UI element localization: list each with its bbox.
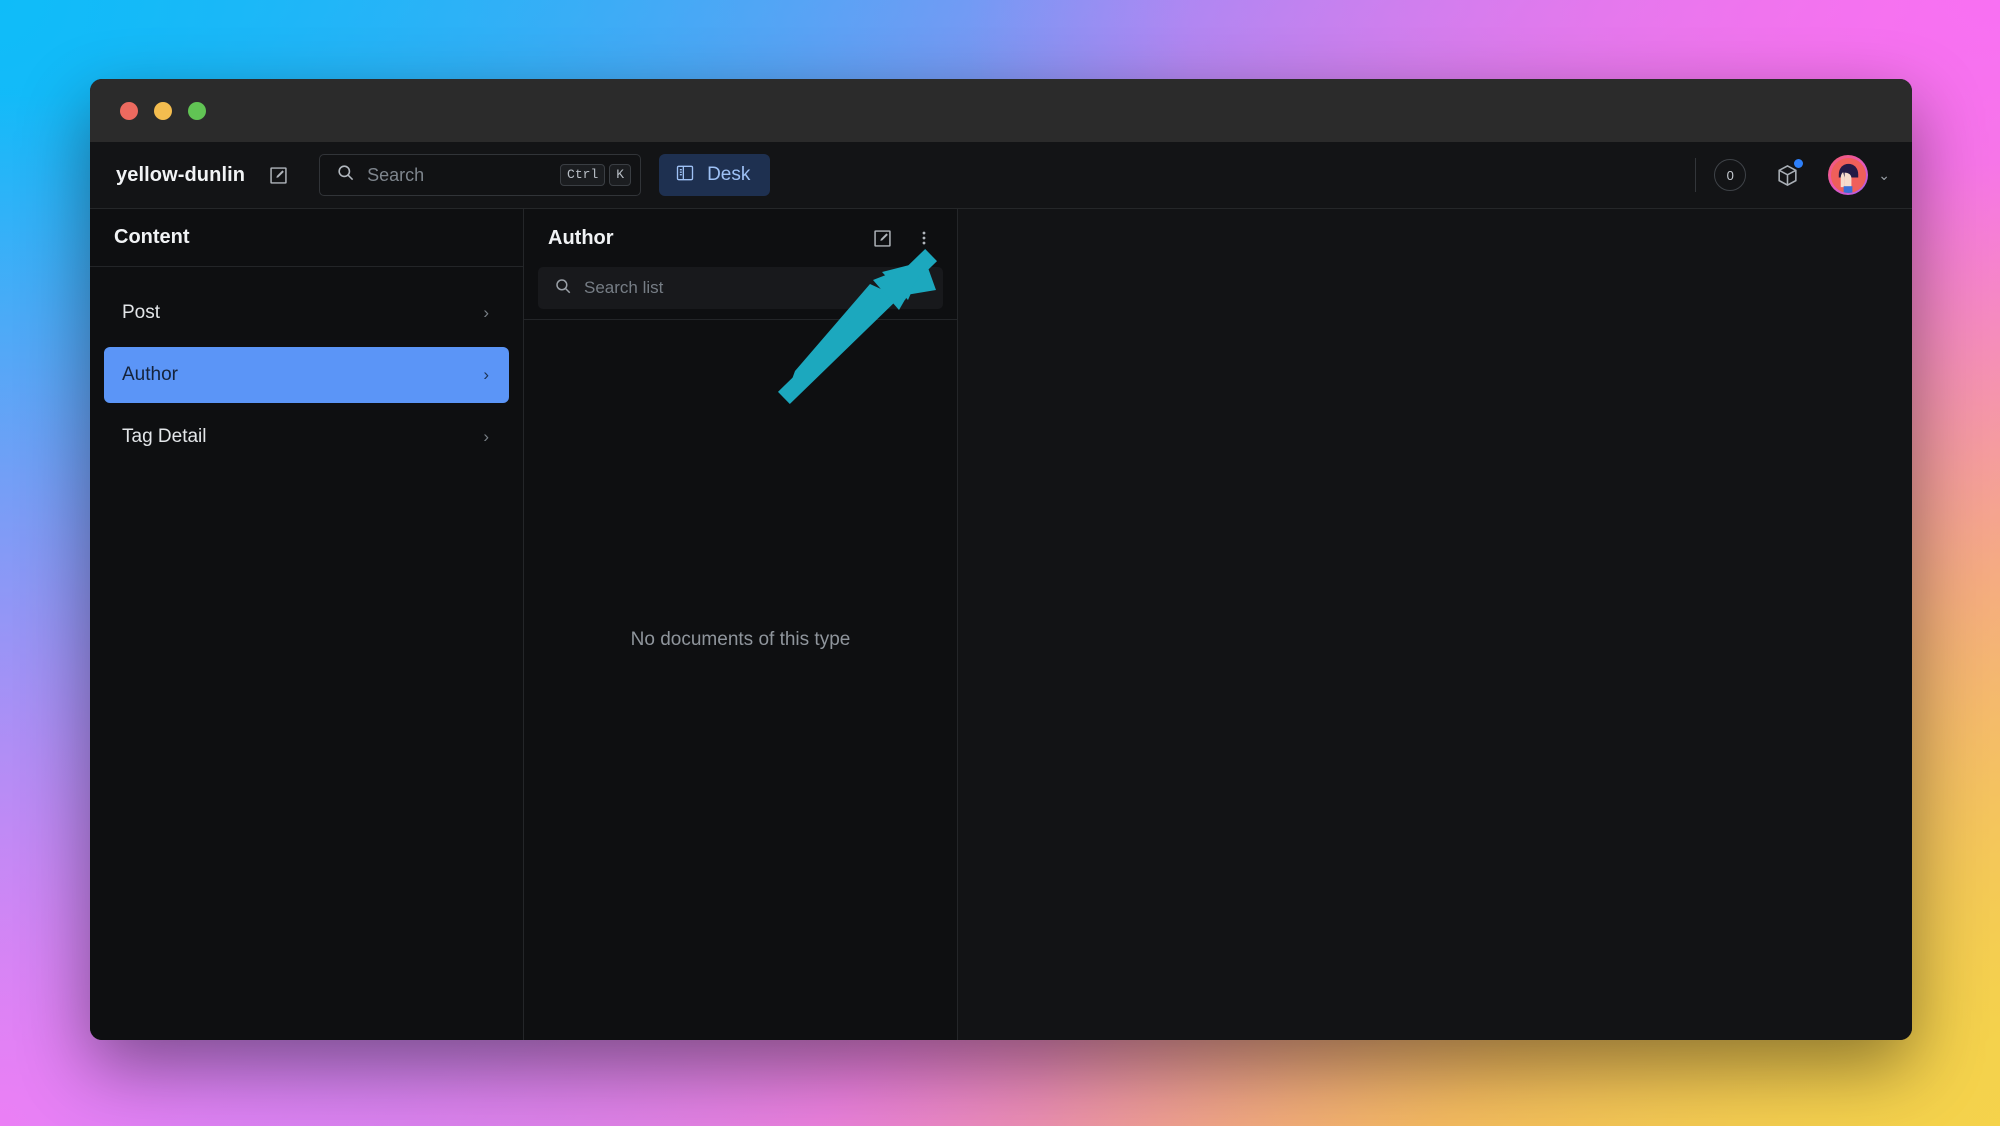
document-detail-pane [958,209,1912,1040]
kbd-k: K [609,164,632,186]
document-list-actions [863,219,943,257]
chevron-right-icon: › [483,303,489,322]
content-pane: Content Post › Author › Tag Detail › [90,209,524,1040]
kbd-ctrl: Ctrl [560,164,606,186]
search-icon [554,277,572,300]
list-search-input[interactable]: Search list [538,267,943,309]
window-maximize-button[interactable] [188,101,206,120]
document-list-title: Author [548,226,614,249]
empty-state-message: No documents of this type [630,629,851,650]
list-search-wrap: Search list [524,267,957,319]
global-search-input[interactable]: Search Ctrl K [319,154,642,196]
content-pane-header: Content [90,209,523,267]
user-menu-button[interactable]: ⌄ [1828,155,1890,195]
search-shortcut: Ctrl K [560,164,632,186]
layout-sidebar-icon [675,163,695,188]
create-document-button[interactable] [863,219,901,257]
document-list-pane: Author Search list No documents of this … [524,209,958,1040]
sidebar-item-author[interactable]: Author › [104,347,509,403]
window-close-button[interactable] [120,101,138,120]
search-placeholder: Search [367,164,425,185]
packages-notification-dot [1794,159,1804,168]
new-document-button[interactable] [259,156,297,194]
sidebar-item-post[interactable]: Post › [104,285,509,341]
content-type-list: Post › Author › Tag Detail › [90,267,523,471]
search-icon [336,163,355,187]
window-minimize-button[interactable] [154,101,172,120]
chevron-right-icon: › [483,365,489,384]
chevron-down-icon: ⌄ [1878,166,1890,183]
list-search-placeholder: Search list [584,278,664,297]
toolbar-divider [1695,158,1697,192]
notification-count-badge[interactable]: 0 [1714,159,1747,191]
document-list-header: Author [524,209,957,267]
sidebar-item-tag-detail[interactable]: Tag Detail › [104,409,509,465]
avatar[interactable] [1828,155,1869,195]
more-vertical-icon[interactable] [905,219,943,257]
content-pane-title: Content [114,226,190,248]
tab-desk-label: Desk [707,164,751,185]
sidebar-item-label: Post [122,302,161,323]
workspace-name: yellow-dunlin [116,163,246,186]
avatar-illustration [1830,157,1866,193]
sidebar-item-label: Author [122,364,178,385]
window-titlebar [90,79,1912,142]
sidebar-item-label: Tag Detail [122,426,207,447]
chevron-right-icon: › [483,427,489,446]
tab-desk[interactable]: Desk [659,154,771,196]
app-toolbar: yellow-dunlin Search Ctrl K Desk 0 ⌄ [90,142,1912,209]
packages-button[interactable] [1768,156,1806,194]
panes-container: Content Post › Author › Tag Detail › Aut… [90,209,1912,1040]
app-window: yellow-dunlin Search Ctrl K Desk 0 ⌄ Con… [90,79,1912,1040]
